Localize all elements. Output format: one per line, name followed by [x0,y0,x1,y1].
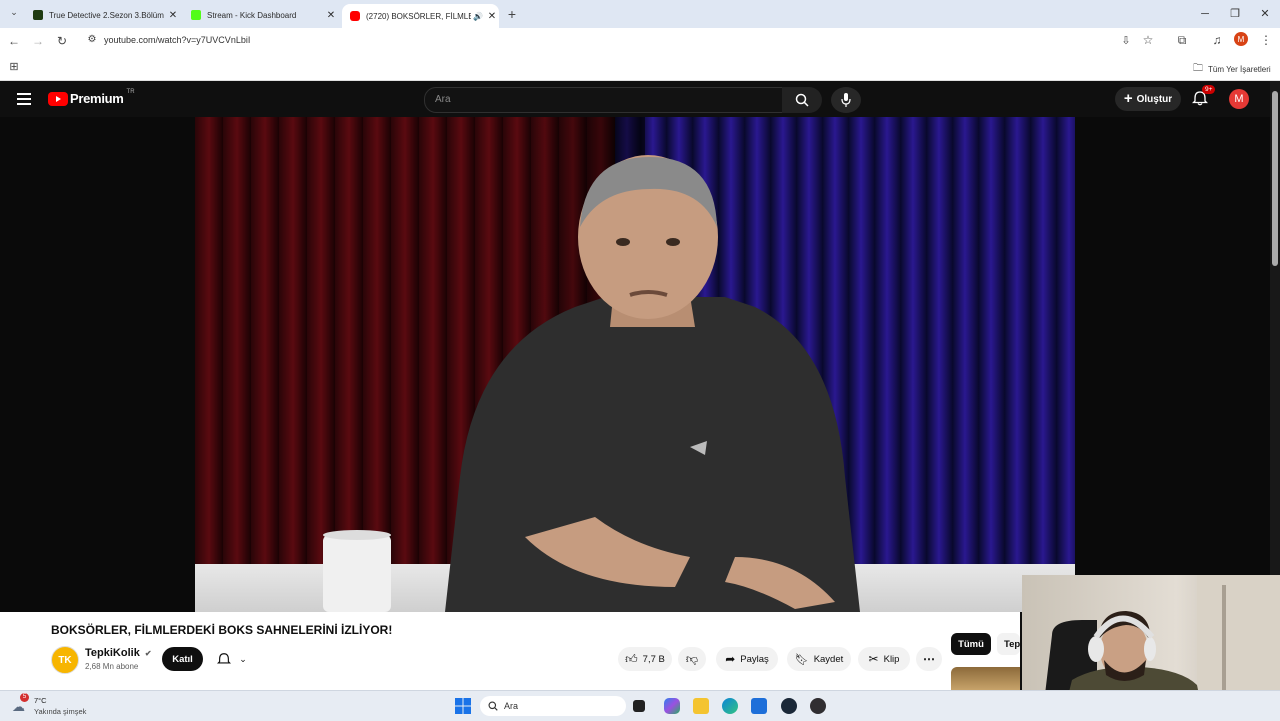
search-icon [795,93,809,107]
steam-icon[interactable] [781,698,797,714]
youtube-header: Premium TR Ara + Oluştur 9+ M [0,81,1280,117]
browser-menu-icon[interactable]: ⋮ [1258,33,1274,47]
browser-toolbar: ← → ↻ ⚙ youtube.com/watch?v=y7UVCVnLbiI … [0,28,1280,55]
tab-youtube[interactable]: (2720) BOKSÖRLER, FİLMLERDEKİ 🔊 ✕ [342,4,499,28]
speaker-icon[interactable]: 🔊 [471,12,485,21]
reload-icon[interactable]: ↻ [54,34,70,48]
chip-tepki[interactable]: Tepk [997,633,1020,655]
plus-icon: + [1123,90,1133,107]
close-window-button[interactable]: ✕ [1250,0,1280,28]
subscriber-count: 2,68 Mn abone [85,662,139,671]
video-info-section: BOKSÖRLER, FİLMLERDEKİ BOKS SAHNELERİNİ … [0,612,1020,690]
tab-search-icon[interactable]: ⌄ [6,7,22,18]
edge-icon[interactable] [722,698,738,714]
tab-true-detective[interactable]: True Detective 2.Sezon 3.Bölüm ✕ [25,4,180,26]
channel-avatar[interactable]: TK [51,646,79,674]
obs-icon[interactable] [810,698,826,714]
windows-logo-icon [455,698,471,714]
all-bookmarks-folder[interactable]: 🗀 Tüm Yer İşaretleri [1193,61,1271,78]
weather-widget[interactable]: ☁ 5 7°C Yakında şimşek [10,693,120,719]
subscription-bell-button[interactable]: ⌄ [210,647,254,671]
file-explorer-icon[interactable] [693,698,709,714]
bookmark-star-icon[interactable]: ☆ [1140,33,1156,47]
chip-all[interactable]: Tümü [951,633,991,655]
guide-menu-icon[interactable] [17,93,31,105]
recommended-thumbnail[interactable] [951,667,1020,690]
more-horizontal-icon: ⋯ [923,652,935,666]
folder-icon: 🗀 [1193,63,1203,74]
browser-profile-avatar[interactable]: M [1234,32,1248,46]
youtube-logo-icon [48,91,68,106]
tab-close-icon[interactable]: ✕ [485,11,499,22]
thumbs-up-icon: 👍︎ [625,651,638,666]
tab-title: (2720) BOKSÖRLER, FİLMLERDEKİ [366,11,471,21]
share-button[interactable]: ➦ Paylaş [716,647,778,671]
search-input[interactable]: Ara [424,87,784,113]
task-view-icon[interactable] [633,700,645,712]
maximize-button[interactable]: ❐ [1220,0,1250,28]
tab-title: True Detective 2.Sezon 3.Bölüm [49,10,164,20]
account-avatar[interactable]: M [1229,89,1249,109]
clip-button[interactable]: ✂ Klip [858,647,910,671]
presenter-figure [323,155,860,612]
bell-icon [217,653,232,664]
scrollbar-thumb[interactable] [1272,91,1278,266]
extensions-icon[interactable]: ⧉ [1174,33,1190,48]
tab-title: Stream - Kick Dashboard [207,10,297,20]
like-button[interactable]: 👍︎ 7,7 B [618,647,672,671]
search-button[interactable] [782,87,822,113]
share-icon: ➦ [725,652,736,666]
taskbar-search[interactable]: Ara 🏘 [480,696,626,716]
youtube-premium-logo[interactable]: Premium TR [48,89,135,106]
bookmarks-bar: ⊞ 🗀 Tüm Yer İşaretleri [0,55,1280,81]
tab-close-icon[interactable]: ✕ [324,10,338,21]
create-button[interactable]: + Oluştur [1115,87,1181,111]
back-icon[interactable]: ← [6,34,22,48]
notifications-button[interactable]: 9+ [1192,85,1216,110]
youtube-favicon-icon [350,11,360,21]
voice-search-button[interactable] [831,87,861,113]
microphone-icon [841,93,851,107]
save-button[interactable]: 🔖︎ Kaydet [787,647,851,671]
search-highlight-icon: 🏘 [592,699,606,711]
weather-alert-badge: 5 [20,693,29,702]
verified-badge-icon: ✔ [144,649,152,658]
install-app-icon[interactable]: ⇩ [1118,34,1134,47]
video-title: BOKSÖRLER, FİLMLERDEKİ BOKS SAHNELERİNİ … [51,623,393,637]
channel-name[interactable]: TepkiKolik ✔ [85,647,152,659]
page-scrollbar[interactable] [1270,81,1280,612]
address-bar[interactable]: ⚙ youtube.com/watch?v=y7UVCVnLbiI [80,31,1165,52]
apps-grid-icon[interactable]: ⊞ [6,60,22,73]
tab-favicon-icon [33,10,43,20]
forward-icon[interactable]: → [30,34,46,48]
url-text: youtube.com/watch?v=y7UVCVnLbiI [104,35,251,45]
site-info-icon[interactable]: ⚙ [84,34,100,45]
search-icon [488,701,498,711]
thumbs-down-icon: 👎︎ [685,651,699,666]
chevron-down-icon: ⌄ [239,653,247,664]
dislike-button[interactable]: 👎︎ [678,647,706,671]
browser-tab-bar: ⌄ True Detective 2.Sezon 3.Bölüm ✕ Strea… [0,0,1280,28]
minimize-button[interactable]: ─ [1190,0,1220,28]
bookmark-icon: 🔖︎ [794,653,809,666]
tab-favicon-icon [191,10,201,20]
tab-close-icon[interactable]: ✕ [166,10,180,21]
scissors-icon: ✂ [868,652,879,666]
notification-count-badge: 9+ [1202,85,1216,94]
more-actions-button[interactable]: ⋯ [916,647,942,671]
join-button[interactable]: Katıl [162,647,203,671]
new-tab-button[interactable]: + [504,6,520,22]
store-icon[interactable] [751,698,767,714]
media-control-icon[interactable]: ♫ [1209,33,1225,47]
start-button[interactable] [455,698,471,714]
copilot-icon[interactable] [664,698,680,714]
video-player[interactable] [195,117,1075,612]
windows-taskbar: ☁ 5 7°C Yakında şimşek Ara 🏘 [0,690,1280,721]
tab-kick-dashboard[interactable]: Stream - Kick Dashboard ✕ [183,4,338,26]
